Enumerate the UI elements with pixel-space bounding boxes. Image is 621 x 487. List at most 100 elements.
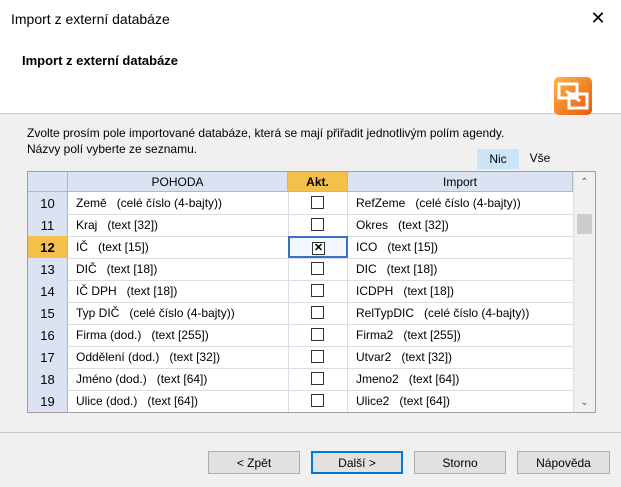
field-type: (text [64]) — [399, 394, 451, 408]
row-number: 13 — [28, 258, 68, 280]
table-row[interactable]: 17 Oddělení (dod.) (text [32]) Utvar2 (tex… — [28, 346, 573, 369]
table-row[interactable]: 14 IČ DPH (text [18]) ICDPH (text [18]) — [28, 280, 573, 303]
column-header-import[interactable]: Import — [348, 172, 573, 192]
table-row[interactable]: 10 Země (celé číslo (4-bajty)) RefZeme (ce… — [28, 192, 573, 215]
table-row[interactable]: 12 IČ (text [15]) ✕ ICO (text [15]) — [28, 236, 573, 259]
akt-checkbox[interactable] — [311, 394, 324, 407]
import-field-select[interactable]: DIC (text [18]) — [356, 258, 437, 280]
table-row[interactable]: 18 Jméno (dod.) (text [64]) Jmeno2 (text [… — [28, 368, 573, 391]
akt-checkbox[interactable] — [311, 262, 324, 275]
back-button[interactable]: < Zpět — [208, 451, 300, 474]
import-field-select[interactable]: Firma2 (text [255]) — [356, 324, 461, 346]
select-all-button[interactable]: Vše — [520, 149, 560, 167]
table-row[interactable]: 13 DIČ (text [18]) DIC (text [18]) — [28, 258, 573, 281]
akt-cell[interactable] — [288, 390, 348, 412]
field-name: Ulice2 — [356, 394, 390, 408]
pohoda-field: IČ (text [15]) — [76, 236, 149, 258]
field-name: ICDPH — [356, 284, 394, 298]
field-type: (text [64]) — [147, 394, 199, 408]
import-field-select[interactable]: Utvar2 (text [32]) — [356, 346, 452, 368]
cancel-button[interactable]: Storno — [414, 451, 506, 474]
field-name: IČ DPH — [76, 284, 117, 298]
footer-divider — [0, 432, 621, 433]
table-row[interactable]: 11 Kraj (text [32]) Okres (text [32]) — [28, 214, 573, 237]
column-header-pohoda[interactable]: POHODA — [68, 172, 288, 192]
table-row[interactable]: 15 Typ DIČ (celé číslo (4-bajty)) RelTypD… — [28, 302, 573, 325]
scrollbar-thumb[interactable] — [577, 214, 592, 234]
field-name: Jmeno2 — [356, 372, 399, 386]
title-bar: Import z externí databáze ✕ — [0, 0, 621, 36]
next-button[interactable]: Další > — [311, 451, 403, 474]
row-number: 15 — [28, 302, 68, 324]
field-type: (text [255]) — [151, 328, 209, 342]
akt-cell[interactable] — [288, 280, 348, 302]
akt-checkbox[interactable] — [311, 328, 324, 341]
row-number: 14 — [28, 280, 68, 302]
field-name: Oddělení (dod.) — [76, 350, 160, 364]
pohoda-field: DIČ (text [18]) — [76, 258, 157, 280]
akt-checkbox[interactable] — [311, 372, 324, 385]
field-name: Firma2 — [356, 328, 394, 342]
field-type: (celé číslo (4-bajty)) — [415, 196, 521, 210]
akt-checkbox[interactable]: ✕ — [312, 242, 325, 255]
akt-checkbox[interactable] — [311, 196, 324, 209]
field-type: (celé číslo (4-bajty)) — [424, 306, 530, 320]
pohoda-field: Typ DIČ (celé číslo (4-bajty)) — [76, 302, 235, 324]
pohoda-field: Kraj (text [32]) — [76, 214, 158, 236]
field-name: DIČ — [76, 262, 97, 276]
akt-checkbox[interactable] — [311, 306, 324, 319]
field-mapping-grid[interactable]: POHODA Akt. Import 10 Země (celé číslo (4… — [27, 171, 596, 413]
field-name: ICO — [356, 240, 378, 254]
field-name: RelTypDIC — [356, 306, 415, 320]
import-field-select[interactable]: Okres (text [32]) — [356, 214, 449, 236]
select-none-button[interactable]: Nic — [477, 149, 519, 169]
scroll-down-icon[interactable]: ⌄ — [574, 392, 595, 412]
pohoda-field: Země (celé číslo (4-bajty)) — [76, 192, 222, 214]
row-number: 18 — [28, 368, 68, 390]
akt-cell[interactable] — [288, 214, 348, 236]
akt-cell[interactable] — [288, 258, 348, 280]
page-title: Import z externí databáze — [22, 53, 179, 68]
field-name: Okres — [356, 218, 389, 232]
scroll-up-icon[interactable]: ⌃ — [574, 172, 595, 192]
akt-checkbox[interactable] — [311, 284, 324, 297]
close-icon[interactable]: ✕ — [575, 0, 621, 36]
field-name: DIC — [356, 262, 377, 276]
akt-cell[interactable]: ✕ — [288, 236, 348, 258]
vertical-scrollbar[interactable]: ⌃ ⌄ — [573, 172, 595, 412]
field-name: Kraj — [76, 218, 98, 232]
akt-checkbox[interactable] — [311, 218, 324, 231]
table-row[interactable]: 19 Ulice (dod.) (text [64]) Ulice2 (text [… — [28, 390, 573, 412]
field-type: (text [32]) — [398, 218, 449, 232]
row-number: 19 — [28, 390, 68, 412]
akt-cell[interactable] — [288, 302, 348, 324]
akt-cell[interactable] — [288, 324, 348, 346]
import-field-select[interactable]: Ulice2 (text [64]) — [356, 390, 450, 412]
row-number: 12 — [28, 236, 68, 258]
akt-checkbox[interactable] — [311, 350, 324, 363]
field-name: RefZeme — [356, 196, 406, 210]
import-field-select[interactable]: RelTypDIC (celé číslo (4-bajty)) — [356, 302, 529, 324]
akt-cell[interactable] — [288, 192, 348, 214]
column-header-akt[interactable]: Akt. — [288, 172, 348, 192]
import-field-select[interactable]: Jmeno2 (text [64]) — [356, 368, 459, 390]
row-number: 11 — [28, 214, 68, 236]
pohoda-field: Jméno (dod.) (text [64]) — [76, 368, 207, 390]
import-field-select[interactable]: ICDPH (text [18]) — [356, 280, 454, 302]
field-name: Země — [76, 196, 107, 210]
field-type: (text [64]) — [156, 372, 208, 386]
akt-cell[interactable] — [288, 368, 348, 390]
field-type: (text [18]) — [126, 284, 178, 298]
import-field-select[interactable]: ICO (text [15]) — [356, 236, 438, 258]
import-field-select[interactable]: RefZeme (celé číslo (4-bajty)) — [356, 192, 521, 214]
instruction-line: Zvolte prosím pole importované databáze,… — [27, 126, 505, 140]
field-type: (celé číslo (4-bajty)) — [129, 306, 235, 320]
field-name: Jméno (dod.) — [76, 372, 147, 386]
table-row[interactable]: 16 Firma (dod.) (text [255]) Firma2 (text … — [28, 324, 573, 347]
help-button[interactable]: Nápověda — [517, 451, 610, 474]
import-database-icon — [554, 77, 592, 115]
akt-cell[interactable] — [288, 346, 348, 368]
field-type: (text [18]) — [386, 262, 438, 276]
row-number: 10 — [28, 192, 68, 214]
field-type: (text [32]) — [169, 350, 221, 364]
